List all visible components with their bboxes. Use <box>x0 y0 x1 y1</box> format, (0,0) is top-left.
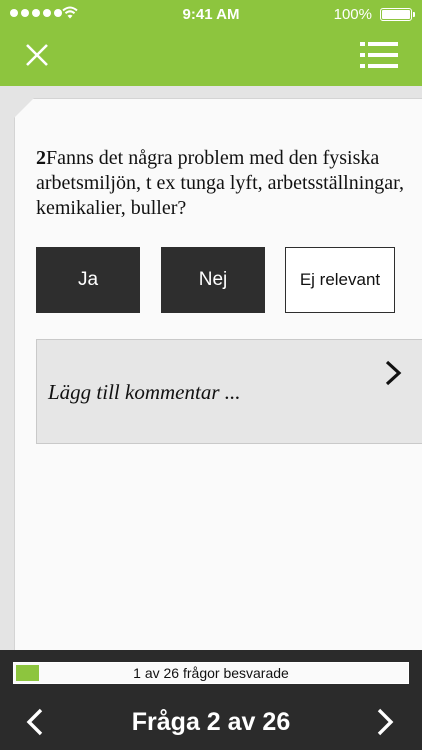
add-comment-button[interactable]: Lägg till kommentar ... <box>36 339 422 444</box>
question-counter: Fråga 2 av 26 <box>131 708 291 736</box>
comment-placeholder: Lägg till kommentar ... <box>48 380 241 404</box>
answer-nej-button[interactable]: Nej <box>161 247 265 313</box>
list-menu-button[interactable] <box>360 40 398 70</box>
answer-ja-button[interactable]: Ja <box>36 247 140 313</box>
progress-bar: 1 av 26 frågor besvarade <box>13 662 409 684</box>
close-button[interactable] <box>20 38 54 72</box>
list-menu-icon <box>360 42 398 68</box>
battery-icon <box>380 8 415 21</box>
battery-percent: 100% <box>333 6 372 23</box>
question-number: 2 <box>36 147 46 169</box>
top-bar: 9:41 AM 100% <box>0 0 422 86</box>
chevron-right-icon <box>385 360 402 386</box>
chevron-right-icon <box>377 708 394 736</box>
progress-label: 1 av 26 frågor besvarade <box>133 665 289 681</box>
question-text: Fanns det några problem med den fysiska … <box>36 147 404 219</box>
bottom-bar: 1 av 26 frågor besvarade Fråga 2 av 26 <box>0 650 422 750</box>
status-bar: 9:41 AM 100% <box>0 0 422 28</box>
question-text-block: 2Fanns det några problem med den fysiska… <box>36 146 408 221</box>
card-folded-corner <box>14 98 34 118</box>
answer-ej-relevant-button[interactable]: Ej relevant <box>285 247 395 313</box>
close-icon <box>26 44 48 66</box>
next-question-button[interactable] <box>374 706 396 738</box>
